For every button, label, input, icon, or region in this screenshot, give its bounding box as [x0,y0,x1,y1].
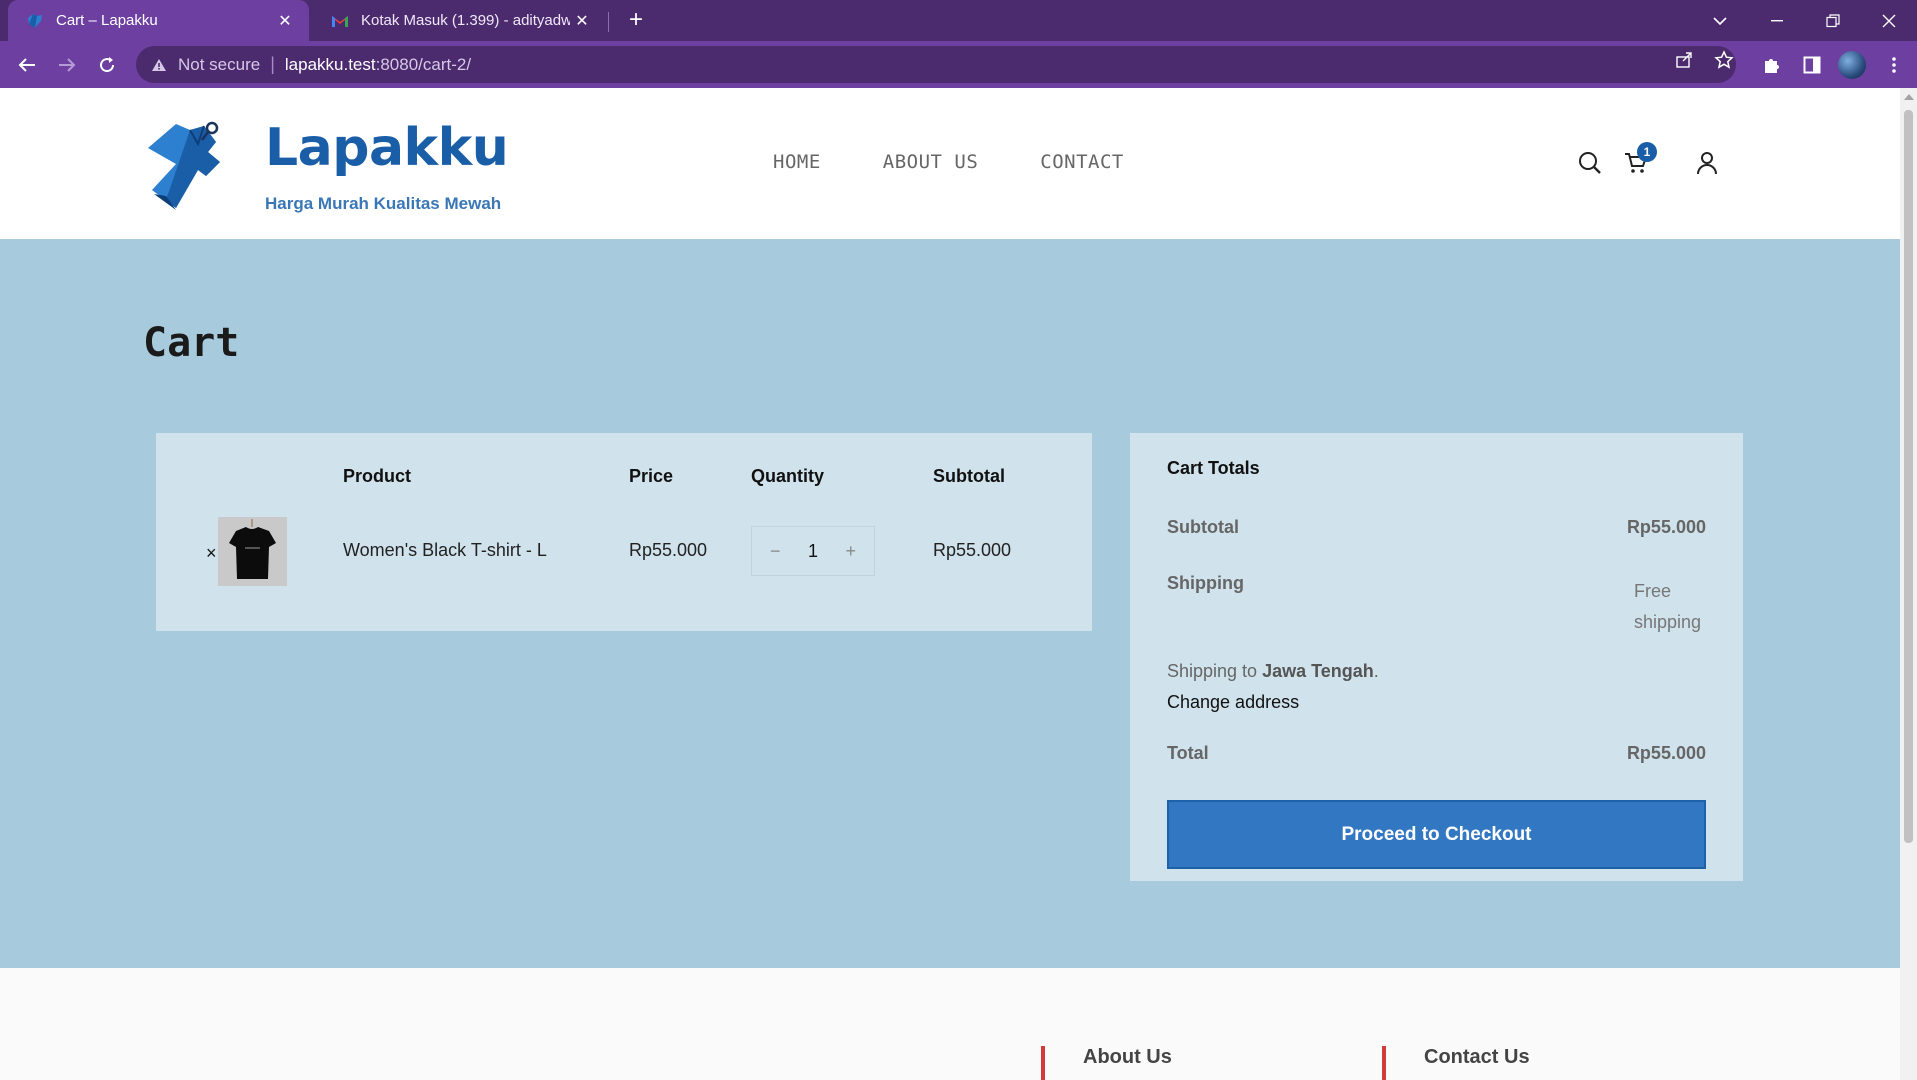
main-navigation: HOME ABOUT US CONTACT [773,151,1186,173]
brand-name[interactable]: Lapakku [265,118,509,178]
column-header-price: Price [629,466,674,486]
change-address-link[interactable]: Change address [1167,692,1299,713]
brand-tagline: Harga Murah Kualitas Mewah [265,194,502,213]
share-icon[interactable] [1673,49,1695,71]
forward-arrow-icon[interactable] [52,50,82,80]
close-window-icon[interactable] [1861,0,1917,41]
tab-separator [608,12,609,32]
minimize-icon[interactable] [1749,0,1805,41]
tab-search-chevron-icon[interactable] [1692,0,1748,41]
quantity-plus-button[interactable]: + [845,541,856,562]
cart-table: Product Price Quantity Subtotal [156,433,1092,631]
footer-contact-title: Contact Us [1382,1046,1530,1080]
address-divider: | [270,54,275,74]
product-subtotal: Rp55.000 [933,540,1012,560]
subtotal-label: Subtotal [1167,517,1239,537]
side-panel-icon[interactable] [1798,51,1826,79]
web-page: Lapakku Harga Murah Kualitas Mewah HOME … [0,88,1900,1080]
address-bar[interactable]: Not secure | lapakku.test :8080/cart-2/ [136,46,1736,83]
close-tab-icon[interactable]: ✕ [273,9,297,33]
quantity-stepper[interactable]: − 1 + [751,526,875,576]
footer-about-title: About Us [1041,1046,1172,1080]
bookmark-star-icon[interactable] [1713,49,1735,71]
user-account-icon[interactable] [1692,148,1722,178]
column-header-product: Product [343,466,412,486]
restore-icon[interactable] [1805,0,1861,41]
lapakku-favicon-icon [26,12,44,30]
tab-title: Kotak Masuk (1.399) - adityadwin [361,12,570,29]
proceed-to-checkout-button[interactable]: Proceed to Checkout [1167,800,1706,869]
column-header-quantity: Quantity [751,466,825,486]
page-scrollbar[interactable] [1900,88,1917,1080]
cart-totals-title: Cart Totals [1167,458,1260,478]
shipping-destination: Shipping to Jawa Tengah. [1167,661,1379,682]
browser-toolbar: Not secure | lapakku.test :8080/cart-2/ [0,41,1917,88]
total-value: Rp55.000 [1626,743,1706,763]
site-footer: About Us Contact Us [0,968,1900,1080]
profile-avatar[interactable] [1838,51,1866,79]
cart-totals-panel: Cart Totals Subtotal Rp55.000 Shipping F… [1130,433,1743,881]
url-host: lapakku.test [284,54,376,74]
shipping-label: Shipping [1167,573,1244,593]
shipping-region: Jawa Tengah [1262,661,1374,681]
extensions-puzzle-icon[interactable] [1758,51,1786,79]
warning-triangle-icon[interactable] [150,56,168,74]
column-header-subtotal: Subtotal [933,466,1005,486]
product-thumbnail[interactable] [218,517,287,586]
search-icon[interactable] [1575,148,1605,178]
new-tab-icon[interactable]: + [622,6,650,34]
quantity-minus-button[interactable]: − [770,541,781,562]
nav-contact[interactable]: CONTACT [1040,151,1124,173]
product-price: Rp55.000 [629,540,708,560]
shipping-to-suffix: . [1373,661,1379,681]
tshirt-tag-logo-icon[interactable] [146,118,242,210]
product-name-link[interactable]: Women's Black T-shirt - L [343,540,547,561]
scroll-up-arrow-icon[interactable] [1904,94,1914,100]
site-header: Lapakku Harga Murah Kualitas Mewah HOME … [0,88,1900,239]
nav-about-us[interactable]: ABOUT US [883,151,979,173]
back-arrow-icon[interactable] [12,50,42,80]
shipping-to-prefix: Shipping to [1167,661,1263,681]
tab-title: Cart – Lapakku [56,12,158,29]
reload-icon[interactable] [92,50,122,80]
page-title: Cart [143,320,240,366]
remove-item-icon[interactable]: × [206,543,217,564]
gmail-favicon-icon [331,12,349,30]
nav-home[interactable]: HOME [773,151,821,173]
browser-tab-strip: Cart – Lapakku ✕ Kotak Masuk (1.399) - a… [0,0,1917,41]
url-path: :8080/cart-2/ [375,54,472,74]
subtotal-value: Rp55.000 [1626,517,1706,537]
tab-gmail[interactable]: Kotak Masuk (1.399) - adityadwin ✕ [313,0,606,41]
total-label: Total [1167,743,1209,763]
tab-cart[interactable]: Cart – Lapakku ✕ [8,0,309,41]
shipping-value: Free shipping [1634,581,1702,632]
menu-kebab-icon[interactable] [1880,51,1908,79]
cart-count-badge: 1 [1637,142,1657,162]
security-label[interactable]: Not secure [178,55,260,75]
close-tab-icon[interactable]: ✕ [570,9,594,33]
scrollbar-thumb[interactable] [1904,110,1913,843]
quantity-value[interactable]: 1 [808,541,818,562]
